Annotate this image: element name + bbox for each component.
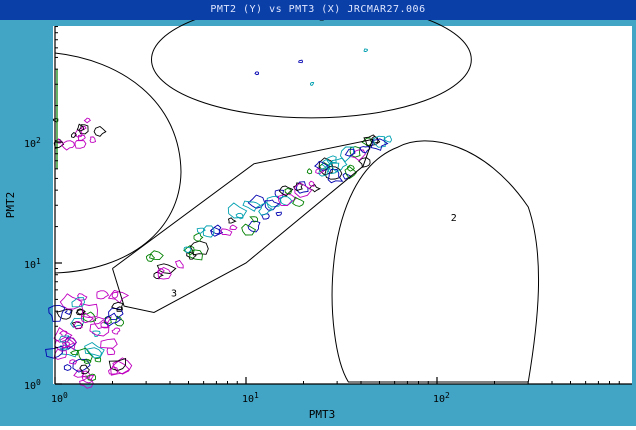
gate-label-1: 1 [318,20,324,24]
window-title: PMT2 (Y) vs PMT3 (X) JRCMAR27.006 [210,4,426,15]
x-tick-label: 101 [242,391,259,405]
y-tick-label: 102 [24,136,41,150]
window-title-bar: PMT2 (Y) vs PMT3 (X) JRCMAR27.006 [0,0,636,20]
plot-panel: 1 2 3 100 101 102 100 101 102 PMT3 PMT2 [0,0,636,426]
gate-label-3: 3 [171,288,177,299]
y-axis-label: PMT2 [4,192,17,219]
x-tick-label: 102 [433,391,450,405]
gate-label-2: 2 [451,213,457,224]
application-window: PMT2 (Y) vs PMT3 (X) JRCMAR27.006 1 2 3 10… [0,0,636,426]
x-axis-label: PMT3 [309,408,336,421]
y-tick-label: 101 [24,257,41,271]
plot-area [53,26,632,384]
y-tick-label: 100 [24,378,41,392]
x-tick-label: 100 [51,391,68,405]
contour-plot: 1 2 3 100 101 102 100 101 102 PMT3 PMT2 [4,0,632,421]
